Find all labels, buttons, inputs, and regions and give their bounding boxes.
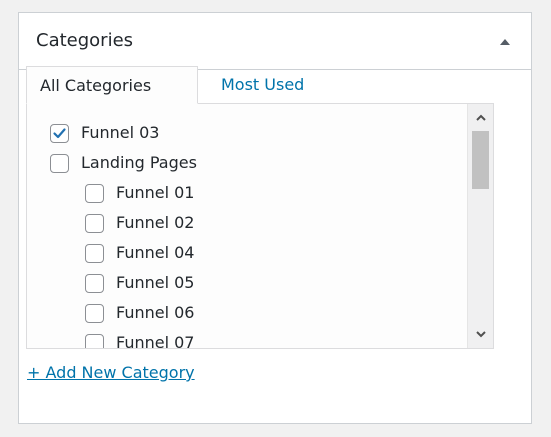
category-label: Landing Pages xyxy=(81,153,197,172)
category-label: Funnel 06 xyxy=(116,303,195,322)
checkbox[interactable] xyxy=(85,303,104,323)
category-item-funnel-03[interactable]: Funnel 03 xyxy=(50,121,159,145)
tab-most-used[interactable]: Most Used xyxy=(210,66,340,104)
checkbox[interactable] xyxy=(85,183,104,203)
checkmark-icon xyxy=(53,127,66,138)
triangle-up-icon xyxy=(500,39,510,45)
chevron-up-icon[interactable] xyxy=(475,113,487,123)
category-label: Funnel 07 xyxy=(116,333,195,349)
chevron-down-icon[interactable] xyxy=(475,329,487,339)
category-item-funnel-01[interactable]: Funnel 01 xyxy=(85,181,194,205)
category-item-funnel-05[interactable]: Funnel 05 xyxy=(85,271,194,295)
checkbox[interactable] xyxy=(85,213,104,233)
category-label: Funnel 02 xyxy=(116,213,195,232)
category-item-funnel-06[interactable]: Funnel 06 xyxy=(85,301,194,325)
category-item-funnel-04[interactable]: Funnel 04 xyxy=(85,241,194,265)
panel-title: Categories xyxy=(36,30,134,51)
category-label: Funnel 03 xyxy=(81,123,160,142)
panel-header: Categories xyxy=(19,13,531,70)
scrollbar-thumb[interactable] xyxy=(472,131,489,189)
category-label: Funnel 04 xyxy=(116,243,195,262)
category-checklist: Funnel 03 Landing Pages Funnel 01 Funnel… xyxy=(26,103,494,349)
category-label: Funnel 05 xyxy=(116,273,195,292)
category-item-funnel-02[interactable]: Funnel 02 xyxy=(85,211,194,235)
checkbox[interactable] xyxy=(85,333,104,348)
category-item-landing-pages[interactable]: Landing Pages xyxy=(50,151,197,175)
vertical-scrollbar[interactable] xyxy=(467,104,493,348)
tab-all-categories[interactable]: All Categories xyxy=(26,66,198,104)
checkbox[interactable] xyxy=(85,273,104,293)
checkbox-checked[interactable] xyxy=(50,123,69,143)
collapse-toggle-button[interactable] xyxy=(495,31,515,51)
category-item-funnel-07[interactable]: Funnel 07 xyxy=(85,331,195,349)
category-label: Funnel 01 xyxy=(116,183,195,202)
add-new-category-link[interactable]: + Add New Category xyxy=(27,362,195,384)
checkbox[interactable] xyxy=(50,153,69,173)
checkbox[interactable] xyxy=(85,243,104,263)
